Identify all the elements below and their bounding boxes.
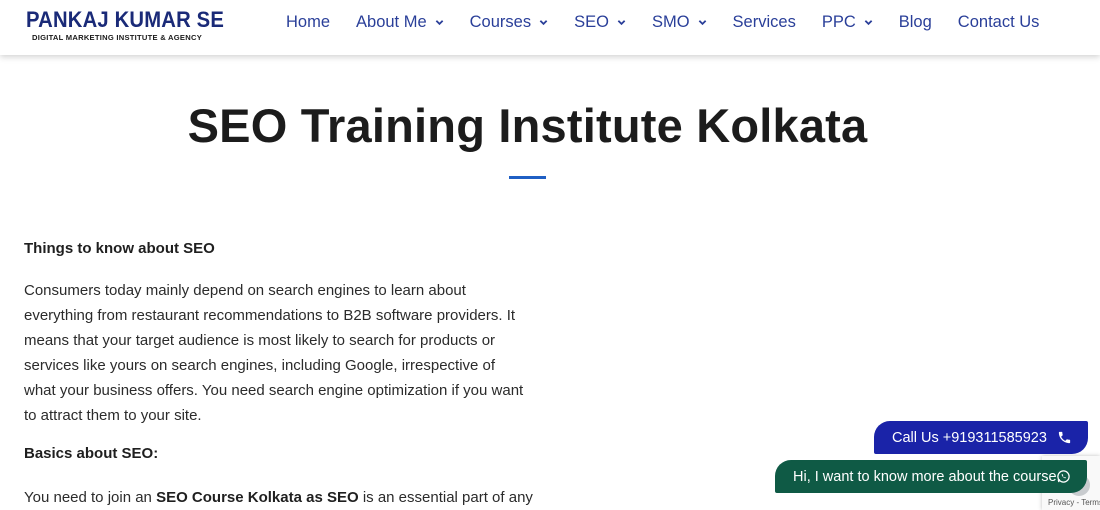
- nav-label: Contact Us: [957, 12, 1040, 31]
- nav-label: PPC: [821, 12, 856, 31]
- nav-home[interactable]: Home: [286, 13, 330, 32]
- nav-label: Home: [286, 12, 331, 31]
- logo-wordmark: PANKAJ KUMAR SE: [26, 8, 224, 32]
- site-logo[interactable]: PANKAJ KUMAR SE DIGITAL MARKETING INSTIT…: [26, 8, 241, 46]
- call-us-button[interactable]: Call Us +919311585923: [874, 421, 1088, 454]
- nav-label: About Me: [356, 12, 427, 31]
- nav-smo[interactable]: SMO: [652, 13, 707, 32]
- page-title: SEO Training Institute Kolkata: [187, 99, 868, 152]
- nav-blog[interactable]: Blog: [899, 13, 932, 32]
- main-nav: Home About Me Courses SEO SMO Services P…: [286, 0, 1039, 44]
- logo-brand-name: PANKAJ KUMAR SE: [26, 7, 225, 32]
- chevron-down-icon: [617, 19, 626, 25]
- nav-label: Courses: [469, 12, 532, 31]
- paragraph-intro: Consumers today mainly depend on search …: [24, 282, 524, 424]
- site-header: PANKAJ KUMAR SE DIGITAL MARKETING INSTIT…: [0, 0, 1100, 55]
- chevron-down-icon: [698, 19, 706, 25]
- whatsapp-chat-button[interactable]: Hi, I want to know more about the course…: [775, 460, 1087, 493]
- chevron-down-icon: [864, 19, 873, 25]
- whatsapp-label: Hi, I want to know more about the course…: [793, 468, 1061, 485]
- title-divider: [509, 176, 546, 179]
- recaptcha-links: Privacy - Terms: [1048, 498, 1100, 507]
- nav-about-me[interactable]: About Me: [356, 13, 444, 32]
- nav-label: Services: [732, 12, 796, 31]
- nav-label: Blog: [898, 12, 932, 31]
- chevron-down-icon: [539, 19, 548, 25]
- phone-icon: [1058, 431, 1071, 444]
- paragraph-basics-suffix: is an essential part of any: [358, 489, 533, 506]
- nav-courses[interactable]: Courses: [470, 13, 548, 32]
- heading-things-to-know: Things to know about SEO: [24, 240, 215, 257]
- paragraph-basics-bold: SEO Course Kolkata as SEO: [156, 489, 359, 506]
- nav-ppc[interactable]: PPC: [822, 13, 873, 32]
- whatsapp-icon: [1057, 470, 1070, 483]
- nav-label: SMO: [651, 12, 690, 31]
- nav-label: SEO: [574, 12, 609, 31]
- nav-services[interactable]: Services: [733, 13, 796, 32]
- nav-seo[interactable]: SEO: [574, 13, 626, 32]
- chevron-down-icon: [435, 19, 443, 25]
- nav-contact-us[interactable]: Contact Us: [958, 13, 1040, 32]
- logo-tagline: DIGITAL MARKETING INSTITUTE & AGENCY: [32, 33, 203, 42]
- heading-basics: Basics about SEO:: [24, 445, 159, 462]
- paragraph-basics-prefix: You need to join an: [24, 489, 157, 506]
- call-us-label: Call Us +919311585923: [892, 429, 1047, 446]
- paragraph-basics: You need to join an SEO Course Kolkata a…: [24, 485, 533, 510]
